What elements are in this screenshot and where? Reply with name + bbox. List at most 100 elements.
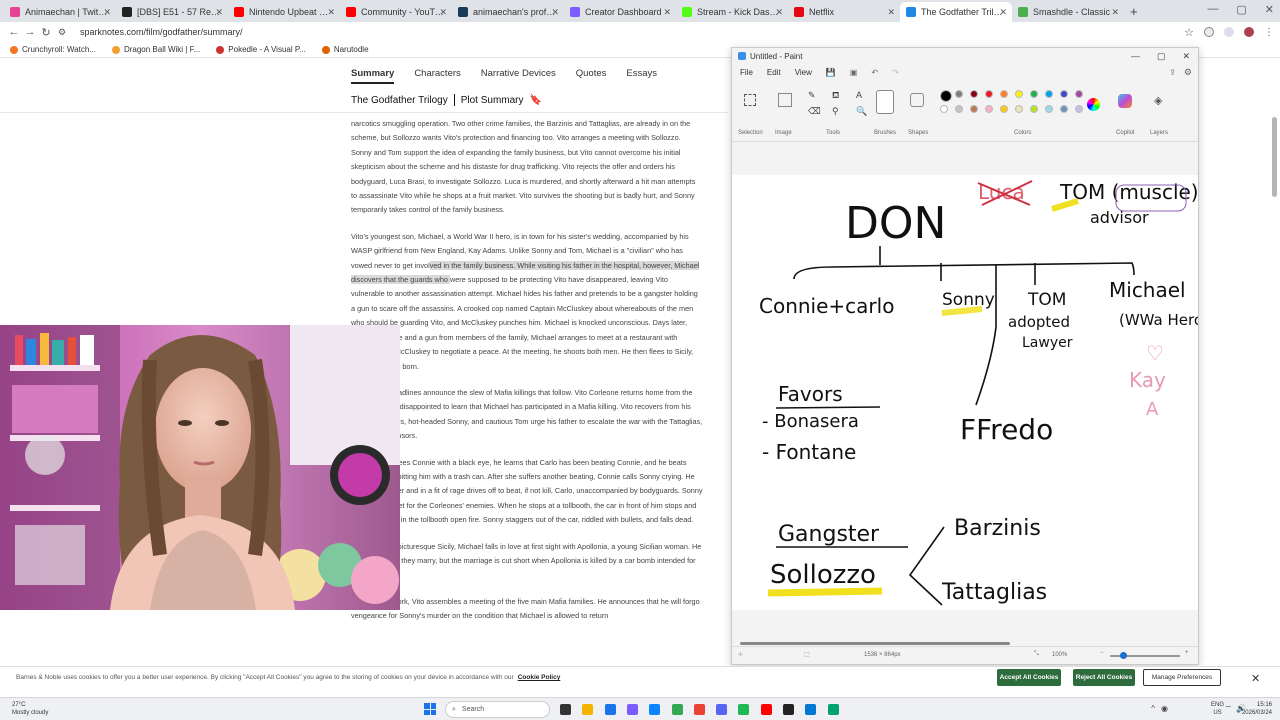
color-swatch[interactable] [985,90,993,98]
browser-tab[interactable]: The Godfather Trilogy: Plot S✕ [900,2,1012,22]
color-swatch[interactable] [1045,90,1053,98]
paint-close-icon[interactable]: ✕ [1182,51,1190,62]
nav-summary[interactable]: Summary [351,68,395,84]
browser-tab[interactable]: [DBS] E51 - 57 Reaction & Th✕ [116,2,228,22]
nav-essays[interactable]: Essays [626,68,657,84]
browser-tab[interactable]: Community - YouTube Studio✕ [340,2,452,22]
taskbar-app-icon[interactable] [693,704,705,715]
menu-view[interactable]: View [795,68,812,77]
color-swatch[interactable] [1075,105,1083,113]
color-swatch[interactable] [1060,90,1068,98]
paint-minimize-icon[interactable]: — [1131,51,1140,62]
bookmark-item[interactable]: Crunchyroll: Watch... [10,45,96,54]
color-swatch[interactable] [1030,90,1038,98]
taskbar-app-icon[interactable] [760,704,772,715]
bookmark-item[interactable]: Dragon Ball Wiki | F... [111,45,200,54]
new-image-icon[interactable]: ▣ [850,68,858,77]
back-icon[interactable]: ← [6,26,22,38]
undo-icon[interactable]: ↶ [871,68,878,77]
color-swatch[interactable] [1015,90,1023,98]
language-indicator[interactable]: ENG US [1211,701,1224,717]
browser-tab[interactable]: Stream - Kick Dashboard✕ [676,2,788,22]
eraser-icon[interactable]: ⌫ [808,106,828,117]
tray-app-icon[interactable]: ◉ [1161,704,1168,713]
tab-close-icon[interactable]: ✕ [215,7,223,18]
select-tool-icon[interactable] [744,94,756,106]
tab-close-icon[interactable]: ✕ [887,7,895,18]
color-swatch[interactable] [1015,105,1023,113]
site-info-icon[interactable]: ⚙ [54,27,70,38]
menu-edit[interactable]: Edit [767,68,781,77]
close-cookie-icon[interactable]: ✕ [1251,672,1260,685]
shapes-icon[interactable] [910,93,924,107]
browser-tab[interactable]: Animaechan | Twitter, Instagr✕ [4,2,116,22]
color-swatch[interactable] [970,90,978,98]
settings-icon[interactable]: ⚙ [1184,67,1192,78]
tab-close-icon[interactable]: ✕ [999,7,1007,18]
page-title-book[interactable]: The Godfather Trilogy [351,95,448,106]
zoom-out-icon[interactable]: − [1100,650,1104,656]
maximize-icon[interactable]: ▢ [1236,3,1246,16]
close-icon[interactable]: ✕ [1265,3,1274,16]
tab-close-icon[interactable]: ✕ [327,7,335,18]
nav-characters[interactable]: Characters [414,68,460,84]
color-swatch[interactable] [1030,105,1038,113]
fill-icon[interactable]: ⛾ [832,90,852,102]
color-swatch[interactable] [1075,90,1083,98]
color-swatch[interactable] [940,105,948,113]
extension-icon[interactable] [1204,27,1214,37]
bookmark-star-icon[interactable]: ☆ [1184,26,1194,39]
edit-colors-icon[interactable] [1087,98,1100,111]
color-swatch[interactable] [1000,105,1008,113]
tab-close-icon[interactable]: ✕ [775,7,783,18]
profile-avatar[interactable] [1244,27,1254,37]
menu-icon[interactable]: ⋮ [1264,27,1274,38]
page-scrollbar[interactable] [1272,117,1277,197]
bookmark-icon[interactable]: 🔖 [530,95,542,106]
browser-tab[interactable]: animaechan's profile · AniList✕ [452,2,564,22]
weather-widget[interactable]: 27°C Mostly cloudy [12,701,48,717]
tab-close-icon[interactable]: ✕ [103,7,111,18]
menu-file[interactable]: File [740,68,753,77]
taskbar-app-icon[interactable] [783,704,794,715]
taskbar-app-icon[interactable] [805,704,817,715]
browser-tab[interactable]: Nintendo Upbeat music to w✕ [228,2,340,22]
text-icon[interactable]: A [856,90,876,102]
taskbar-app-icon[interactable] [626,704,638,715]
color-swatch[interactable] [1000,90,1008,98]
bookmark-item[interactable]: Pokedle - A Visual P... [216,45,306,54]
browser-tab[interactable]: Smashdle - Classic ✕ [1012,2,1124,22]
taskbar-app-icon[interactable] [671,704,683,715]
color-picker-icon[interactable]: ⚲ [832,106,852,117]
reload-icon[interactable]: ↻ [38,26,54,39]
taskbar-app-icon[interactable] [827,704,839,715]
taskbar-app-icon[interactable] [716,704,728,715]
paint-maximize-icon[interactable]: ▢ [1157,51,1166,62]
color-swatch[interactable] [955,90,963,98]
tab-close-icon[interactable]: ✕ [551,7,559,18]
nav-quotes[interactable]: Quotes [576,68,607,84]
brushes-icon[interactable] [876,90,894,114]
crop-tool-icon[interactable] [778,93,792,107]
start-icon[interactable] [424,703,436,715]
zoom-level[interactable]: 100% [1052,652,1067,658]
pencil-icon[interactable]: ✎ [808,90,828,102]
color-swatch[interactable] [1060,105,1068,113]
nav-narrative-devices[interactable]: Narrative Devices [481,68,556,84]
download-icon[interactable] [1224,27,1234,37]
taskbar-app-icon[interactable] [738,704,750,715]
zoom-slider-handle[interactable] [1120,652,1127,659]
url-field[interactable]: sparknotes.com/film/godfather/summary/ [80,27,1184,37]
tab-close-icon[interactable]: ✕ [439,7,447,18]
minimize-icon[interactable]: — [1207,3,1218,16]
browser-tab[interactable]: Netflix ✕ [788,2,900,22]
share-icon[interactable]: ⇪ [1169,68,1176,77]
taskbar-app-icon[interactable] [582,704,594,715]
bookmark-item[interactable]: Narutodle [321,45,369,54]
copilot-icon[interactable] [1118,94,1132,108]
browser-tab[interactable]: Creator Dashboard ✕ [564,2,676,22]
magnifier-icon[interactable]: 🔍 [856,106,876,117]
taskbar-app-icon[interactable] [560,704,571,715]
new-tab-button[interactable]: + [1130,4,1138,19]
layers-icon[interactable]: ◈ [1154,94,1162,107]
